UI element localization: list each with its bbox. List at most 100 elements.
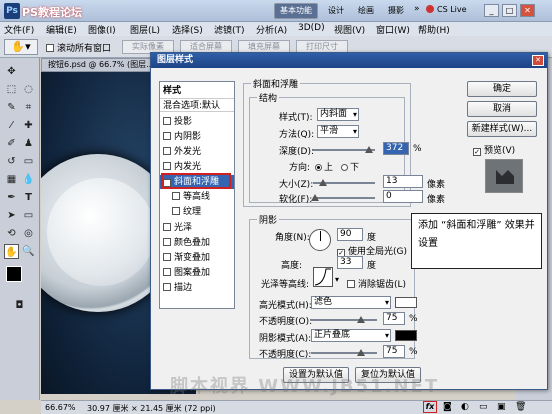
layer-mask-icon[interactable]: ◙ <box>443 402 452 412</box>
quick-mask-icon[interactable]: ◘ <box>12 298 27 313</box>
crop-tool-icon[interactable]: ⌗ <box>21 100 36 115</box>
style-item-outer-glow[interactable]: 外发光 <box>160 145 234 159</box>
menu-edit[interactable]: 编辑(E) <box>46 23 77 36</box>
soften-slider[interactable] <box>311 194 375 201</box>
type-tool-icon[interactable]: T <box>21 190 36 205</box>
menu-image[interactable]: 图像(I) <box>88 23 116 36</box>
ok-button[interactable]: 确定 <box>467 81 537 97</box>
style-item-inner-glow[interactable]: 内发光 <box>160 160 234 174</box>
shape-tool-icon[interactable]: ▭ <box>21 208 36 223</box>
checkbox-icon[interactable] <box>163 147 171 155</box>
shadow-opacity-thumb[interactable] <box>357 349 365 356</box>
path-select-tool-icon[interactable]: ➤ <box>4 208 19 223</box>
style-item-stroke[interactable]: 描边 <box>160 281 234 295</box>
radio-on-icon[interactable] <box>315 164 322 171</box>
menu-select[interactable]: 选择(S) <box>172 23 203 36</box>
gloss-contour-picker[interactable] <box>313 267 333 287</box>
dialog-close-icon[interactable]: ✕ <box>532 55 544 66</box>
checkbox-checked-icon[interactable] <box>473 148 481 156</box>
contour-dropdown-arrow-icon[interactable]: ▾ <box>335 275 339 284</box>
highlight-mode-select[interactable]: 滤色 <box>311 296 391 309</box>
checkbox-icon[interactable] <box>163 223 171 231</box>
angle-dial[interactable] <box>309 229 331 251</box>
scroll-all-checkbox-box[interactable] <box>46 44 54 52</box>
menu-analysis[interactable]: 分析(A) <box>256 23 287 36</box>
styles-header[interactable]: 样式 <box>160 84 234 98</box>
menu-file[interactable]: 文件(F) <box>4 23 34 36</box>
highlight-color-swatch[interactable] <box>395 297 417 308</box>
size-input[interactable]: 13 <box>383 175 423 188</box>
menu-view[interactable]: 视图(V) <box>334 23 365 36</box>
workspace-more-button[interactable]: » <box>414 4 420 14</box>
angle-input[interactable]: 90 <box>337 228 363 241</box>
soften-input[interactable]: 0 <box>383 190 423 203</box>
shadow-opacity-slider[interactable] <box>311 349 377 356</box>
new-layer-icon[interactable]: ▣ <box>497 402 506 412</box>
foreground-color-swatch[interactable] <box>6 266 22 282</box>
shadow-opacity-input[interactable]: 75 <box>383 345 405 358</box>
workspace-basic-button[interactable]: 基本功能 <box>274 3 318 19</box>
depth-slider[interactable] <box>313 146 375 153</box>
shadow-color-swatch[interactable] <box>395 330 417 341</box>
direction-down-radio[interactable]: 下 <box>341 160 359 173</box>
cancel-button[interactable]: 取消 <box>467 101 537 117</box>
workspace-photo-tab[interactable]: 摄影 <box>388 5 404 16</box>
highlight-opacity-slider[interactable] <box>311 316 377 323</box>
hand-tool-icon[interactable]: ✋ <box>4 244 19 259</box>
menu-filter[interactable]: 滤镜(T) <box>214 23 245 36</box>
style-item-contour[interactable]: 等高线 <box>160 190 234 204</box>
marquee-tool-icon[interactable]: ⬚ <box>4 82 19 97</box>
3d-orbit-tool-icon[interactable]: ◎ <box>21 226 36 241</box>
bevel-style-select[interactable]: 内斜面 <box>317 108 359 121</box>
eyedropper-tool-icon[interactable]: ⁄ <box>4 118 19 133</box>
healing-tool-icon[interactable]: ✚ <box>21 118 36 133</box>
shadow-mode-select[interactable]: 正片叠底 <box>311 329 391 342</box>
adjustment-layer-icon[interactable]: ◐ <box>461 402 469 412</box>
fx-icon[interactable]: fx <box>423 401 437 413</box>
checkbox-icon[interactable] <box>172 192 180 200</box>
checkbox-icon[interactable] <box>163 238 171 246</box>
checkbox-icon[interactable] <box>163 117 171 125</box>
menu-window[interactable]: 窗口(W) <box>376 23 410 36</box>
checkbox-icon[interactable] <box>172 207 180 215</box>
maximize-button[interactable]: □ <box>502 4 517 17</box>
pen-tool-icon[interactable]: ✒ <box>4 190 19 205</box>
radio-off-icon[interactable] <box>341 164 348 171</box>
group-folder-icon[interactable]: ▭ <box>479 402 488 412</box>
trash-icon[interactable]: 🗑 <box>515 402 526 412</box>
style-item-gradient-overlay[interactable]: 渐变叠加 <box>160 251 234 265</box>
gradient-tool-icon[interactable]: ▦ <box>4 172 19 187</box>
checkbox-icon[interactable] <box>163 132 171 140</box>
checkbox-icon[interactable] <box>347 280 355 288</box>
anti-alias-checkbox[interactable]: 消除锯齿(L) <box>347 277 406 290</box>
direction-up-radio[interactable]: 上 <box>315 160 333 173</box>
hand-tool-preset-picker[interactable]: ✋▾ <box>4 39 38 55</box>
cslive-label[interactable]: CS Live <box>437 5 467 14</box>
altitude-input[interactable]: 33 <box>337 256 363 269</box>
move-tool-icon[interactable]: ✥ <box>4 64 19 79</box>
scroll-all-windows-checkbox[interactable]: 滚动所有窗口 <box>46 41 111 54</box>
style-item-color-overlay[interactable]: 颜色叠加 <box>160 236 234 250</box>
size-slider[interactable] <box>313 179 375 186</box>
depth-input[interactable]: 372 <box>383 142 409 155</box>
soften-slider-thumb[interactable] <box>311 194 319 201</box>
checkbox-icon[interactable] <box>163 268 171 276</box>
blur-tool-icon[interactable]: 💧 <box>21 172 36 187</box>
size-slider-thumb[interactable] <box>319 179 327 186</box>
menu-layer[interactable]: 图层(L) <box>130 23 160 36</box>
highlight-opacity-thumb[interactable] <box>357 316 365 323</box>
minimize-button[interactable]: _ <box>484 4 499 17</box>
checkbox-icon[interactable] <box>163 283 171 291</box>
lasso-tool-icon[interactable]: ◌ <box>21 82 36 97</box>
technique-select[interactable]: 平滑 <box>317 125 359 138</box>
new-style-button[interactable]: 新建样式(W)... <box>467 121 537 137</box>
style-item-drop-shadow[interactable]: 投影 <box>160 115 234 129</box>
highlight-opacity-input[interactable]: 75 <box>383 312 405 325</box>
depth-slider-thumb[interactable] <box>365 146 373 153</box>
close-window-button[interactable]: ✕ <box>520 4 535 17</box>
style-item-pattern-overlay[interactable]: 图案叠加 <box>160 266 234 280</box>
quick-select-tool-icon[interactable]: ✎ <box>4 100 19 115</box>
stamp-tool-icon[interactable]: ♟ <box>21 136 36 151</box>
menu-3d[interactable]: 3D(D) <box>298 23 325 33</box>
3d-rotate-tool-icon[interactable]: ⟲ <box>4 226 19 241</box>
